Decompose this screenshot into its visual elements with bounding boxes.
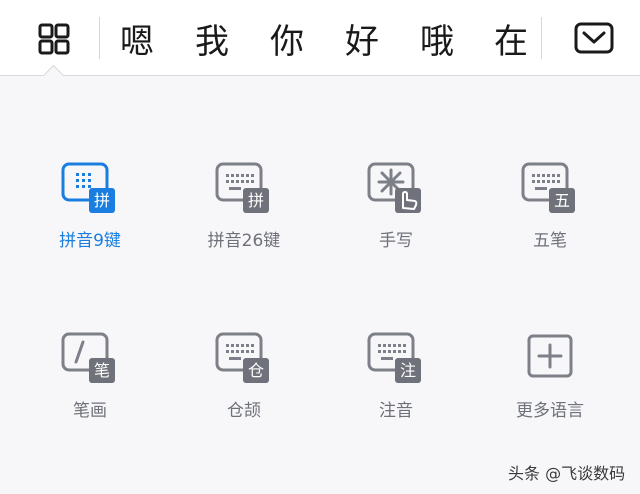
mode-handwriting[interactable]: 手写	[336, 162, 456, 272]
mode-badge: 五	[554, 191, 570, 210]
mode-badge: 笔	[94, 361, 110, 380]
candidate-word[interactable]: 哦	[406, 12, 468, 64]
candidate-bar: 嗯 我 你 好 哦 在	[0, 0, 640, 76]
mode-label: 笔画	[73, 401, 107, 421]
keyboard-26key-icon: 拼	[215, 162, 269, 213]
candidate-word[interactable]: 你	[256, 12, 318, 64]
collapse-chevron-icon	[574, 22, 614, 54]
handwriting-icon	[367, 162, 421, 213]
keyboard-9key-icon: 拼	[61, 162, 115, 213]
mode-label: 仓颉	[227, 401, 261, 421]
candidate-word[interactable]: 在	[480, 12, 542, 64]
mode-badge: 仓	[248, 361, 264, 380]
candidate-word[interactable]: 好	[331, 12, 393, 64]
mode-wubi[interactable]: 五 五笔	[490, 162, 610, 272]
keyboard-zhuyin-icon: 注	[367, 332, 421, 383]
keyboard-wubi-icon: 五	[521, 162, 575, 213]
mode-badge: 注	[400, 361, 416, 380]
mode-label: 拼音26键	[207, 231, 281, 251]
watermark: 头条 @飞谈数码	[508, 464, 626, 483]
mode-pinyin-9key[interactable]: 拼 拼音9键	[30, 162, 150, 272]
plus-box-icon	[527, 334, 573, 378]
candidate-word[interactable]: 我	[181, 12, 243, 64]
mode-label: 手写	[379, 231, 413, 251]
candidate-word[interactable]: 嗯	[106, 12, 168, 64]
candidate-list: 嗯 我 你 好 哦 在	[100, 0, 540, 75]
mode-badge: 拼	[248, 191, 264, 210]
divider	[541, 17, 542, 59]
menu-grid-button[interactable]	[28, 20, 80, 58]
keyboard-cangjie-icon: 仓	[215, 332, 269, 383]
collapse-keyboard-button[interactable]	[573, 21, 615, 55]
stroke-icon: 笔	[61, 332, 115, 383]
mode-stroke[interactable]: 笔 笔画	[30, 332, 150, 442]
mode-more-languages[interactable]: 更多语言	[490, 332, 610, 442]
mode-badge: 拼	[94, 191, 110, 210]
grid-icon	[38, 23, 70, 55]
mode-label: 拼音9键	[59, 231, 121, 251]
mode-cangjie[interactable]: 仓 仓颉	[184, 332, 304, 442]
mode-label: 注音	[379, 401, 413, 421]
mode-zhuyin[interactable]: 注 注音	[336, 332, 456, 442]
mode-label: 更多语言	[516, 401, 584, 421]
mode-label: 五笔	[533, 231, 567, 251]
mode-pinyin-26key[interactable]: 拼 拼音26键	[184, 162, 304, 272]
